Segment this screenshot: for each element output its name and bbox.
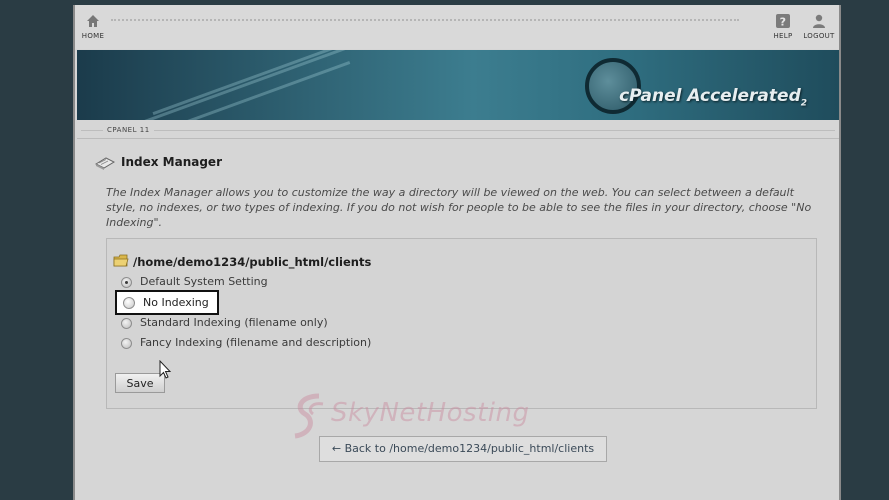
cpanel-page: HOME ? HELP LOGOUT cPanel Accelerated2 C…: [73, 5, 841, 500]
index-settings-panel: /home/demo1234/public_html/clients Defau…: [106, 238, 817, 409]
banner-brand: cPanel Accelerated2: [619, 86, 807, 108]
mouse-cursor-icon: [159, 360, 172, 379]
radio-standard-indexing[interactable]: [121, 318, 132, 329]
breadcrumb: CPANEL 11: [77, 123, 839, 139]
breadcrumb-divider: [81, 130, 835, 131]
home-label: HOME: [81, 32, 105, 40]
toolbar-divider: [111, 19, 739, 21]
option-label: Default System Setting: [140, 275, 268, 288]
radio-no-indexing[interactable]: [123, 297, 135, 309]
radio-fancy-indexing[interactable]: [121, 338, 132, 349]
home-icon: [87, 15, 99, 27]
page-title: Index Manager: [121, 155, 222, 169]
option-no-indexing[interactable]: No Indexing: [115, 290, 219, 315]
back-link[interactable]: ← Back to /home/demo1234/public_html/cli…: [319, 436, 607, 462]
breadcrumb-item-cpanel[interactable]: CPANEL 11: [103, 126, 154, 134]
home-button[interactable]: HOME: [81, 13, 105, 40]
watermark-logo-icon: [294, 393, 324, 439]
svg-text:?: ?: [780, 16, 787, 29]
cpanel-banner: cPanel Accelerated2: [77, 50, 839, 120]
brand-version: 2: [800, 98, 807, 109]
option-label: Fancy Indexing (filename and description…: [140, 336, 372, 349]
index-manager-icon: [95, 157, 115, 170]
option-label: Standard Indexing (filename only): [140, 316, 328, 329]
brand-name: cPanel Accelerated: [619, 86, 801, 106]
folder-icon: [113, 254, 129, 267]
user-icon: [813, 14, 825, 28]
watermark-text: SkyNetHosting: [331, 398, 530, 428]
help-label: HELP: [773, 32, 793, 40]
save-button[interactable]: Save: [115, 373, 165, 393]
radio-default-system-setting[interactable]: [121, 277, 132, 288]
page-description: The Index Manager allows you to customiz…: [106, 186, 812, 229]
option-label: No Indexing: [143, 296, 209, 309]
logout-label: LOGOUT: [803, 32, 835, 40]
directory-path: /home/demo1234/public_html/clients: [133, 255, 372, 269]
help-icon: ?: [776, 14, 790, 29]
top-toolbar: HOME ? HELP LOGOUT: [75, 5, 839, 49]
help-button[interactable]: ? HELP: [771, 13, 795, 40]
logout-button[interactable]: LOGOUT: [802, 13, 836, 40]
